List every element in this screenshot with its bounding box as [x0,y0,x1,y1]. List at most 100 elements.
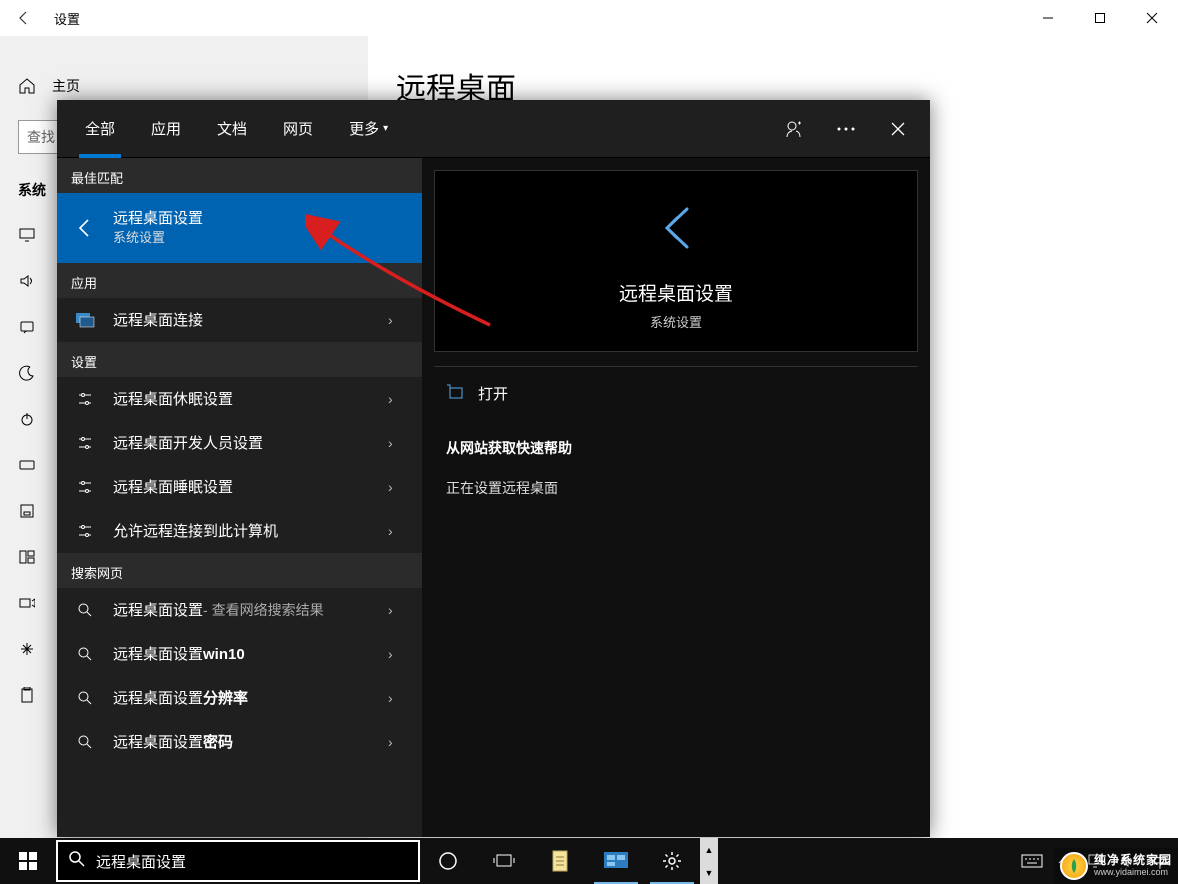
remote-desktop-large-icon [645,197,707,259]
search-panel: 全部 应用 文档 网页 更多 ▾ 最佳匹配 远程桌面设置 系统设置 [57,100,930,837]
moon-icon [18,364,36,382]
detail-action-open[interactable]: 打开 [434,367,918,420]
search-tabs: 全部 应用 文档 网页 更多 ▾ [67,100,406,158]
chevron-right-icon: › [388,646,408,662]
search-icon [71,728,99,756]
result-web-3[interactable]: 远程桌面设置密码 › [57,720,422,764]
options-button[interactable] [824,107,868,151]
taskbar-search-input[interactable] [96,853,408,870]
experience-icon [18,640,36,658]
chevron-right-icon: › [388,312,408,328]
back-button[interactable] [0,10,48,26]
section-web: 搜索网页 [57,553,422,588]
result-setting-0[interactable]: 远程桌面休眠设置 › [57,377,422,421]
detail-column: 远程桌面设置 系统设置 打开 从网站获取快速帮助 正在设置远程桌面 [422,158,930,837]
tray-keyboard-icon[interactable] [1018,838,1046,884]
result-best-match[interactable]: 远程桌面设置 系统设置 [57,193,422,263]
detail-hero: 远程桌面设置 系统设置 [434,170,918,352]
display-icon [18,226,36,244]
result-app-rdc[interactable]: 远程桌面连接 › [57,298,422,342]
settings-slider-icon [71,517,99,545]
project-icon [18,594,36,612]
search-icon [71,640,99,668]
scroll-up-icon[interactable]: ▲ [700,838,718,861]
remote-desktop-icon [71,214,99,242]
result-suffix: - 查看网络搜索结果 [203,601,324,621]
scroll-down-icon[interactable]: ▼ [700,861,718,884]
tab-docs[interactable]: 文档 [199,100,265,158]
result-title: 远程桌面睡眠设置 [113,477,374,498]
detail-subtitle: 系统设置 [650,312,702,331]
result-title: 远程桌面设置 [113,208,408,229]
close-button[interactable] [1126,0,1178,36]
result-title: 远程桌面连接 [113,310,374,331]
tablet-icon [18,502,36,520]
minimize-button[interactable] [1022,0,1074,36]
result-title: 远程桌面开发人员设置 [113,433,374,454]
result-setting-3[interactable]: 允许远程连接到此计算机 › [57,509,422,553]
taskbar-app-settings[interactable] [644,838,700,884]
section-best-match: 最佳匹配 [57,158,422,193]
results-column: 最佳匹配 远程桌面设置 系统设置 应用 远程桌面连接 › 设置 远程桌面休眠设置… [57,158,422,837]
tab-web[interactable]: 网页 [265,100,331,158]
taskbar-taskview[interactable] [476,838,532,884]
open-icon [446,384,464,404]
chevron-right-icon: › [388,690,408,706]
notification-icon [18,318,36,336]
result-bold: win10 [203,644,245,665]
watermark: 纯净系统家园 www.yidaimei.com [1054,848,1178,884]
taskbar-scroll[interactable]: ▲▼ [700,838,718,884]
start-button[interactable] [0,838,56,884]
chevron-right-icon: › [388,734,408,750]
chevron-right-icon: › [388,435,408,451]
chevron-right-icon__: › [388,391,408,407]
chevron-right-icon: › [388,602,408,618]
taskbar-app-control-panel[interactable] [588,838,644,884]
result-title: 远程桌面设置 [113,688,203,709]
tab-all[interactable]: 全部 [67,100,133,158]
result-title: 远程桌面设置 [113,732,203,753]
close-search-button[interactable] [876,107,920,151]
maximize-button[interactable] [1074,0,1126,36]
power-icon [18,410,36,428]
feedback-button[interactable] [772,107,816,151]
search-header: 全部 应用 文档 网页 更多 ▾ [57,100,930,158]
result-bold: 分辨率 [203,688,248,709]
taskbar-search[interactable] [56,840,420,882]
result-subtitle: 系统设置 [113,229,408,247]
taskbar: ▲▼ 中 纯净系统家园 www.yidaimei.com [0,838,1178,884]
sound-icon [18,272,36,290]
sidebar-home-label: 主页 [52,76,80,96]
watermark-title: 纯净系统家园 [1094,854,1172,867]
search-icon [71,596,99,624]
taskbar-app-notes[interactable] [532,838,588,884]
home-icon [18,77,36,95]
detail-title: 远程桌面设置 [619,279,733,306]
search-icon [71,684,99,712]
result-web-1[interactable]: 远程桌面设置 win10 › [57,632,422,676]
tab-apps[interactable]: 应用 [133,100,199,158]
result-title: 远程桌面设置 [113,600,203,621]
result-bold: 密码 [203,732,233,753]
clipboard-icon [18,686,36,704]
watermark-badge-icon [1060,852,1088,880]
settings-slider-icon [71,473,99,501]
detail-help-link[interactable]: 正在设置远程桌面 [434,468,918,508]
window-title: 设置 [54,9,80,28]
tab-more[interactable]: 更多 ▾ [331,100,406,158]
rdc-app-icon [71,306,99,334]
result-title: 远程桌面休眠设置 [113,389,374,410]
settings-titlebar: 设置 [0,0,1178,36]
result-setting-2[interactable]: 远程桌面睡眠设置 › [57,465,422,509]
multitask-icon [18,548,36,566]
result-setting-1[interactable]: 远程桌面开发人员设置 › [57,421,422,465]
search-icon [68,850,86,873]
tab-more-label: 更多 [349,118,379,139]
taskbar-cortana[interactable] [420,838,476,884]
result-title: 远程桌面设置 [113,644,203,665]
watermark-url: www.yidaimei.com [1094,868,1172,878]
chevron-right-icon: › [388,479,408,495]
result-web-0[interactable]: 远程桌面设置 - 查看网络搜索结果 › [57,588,422,632]
storage-icon [18,456,36,474]
result-web-2[interactable]: 远程桌面设置分辨率 › [57,676,422,720]
